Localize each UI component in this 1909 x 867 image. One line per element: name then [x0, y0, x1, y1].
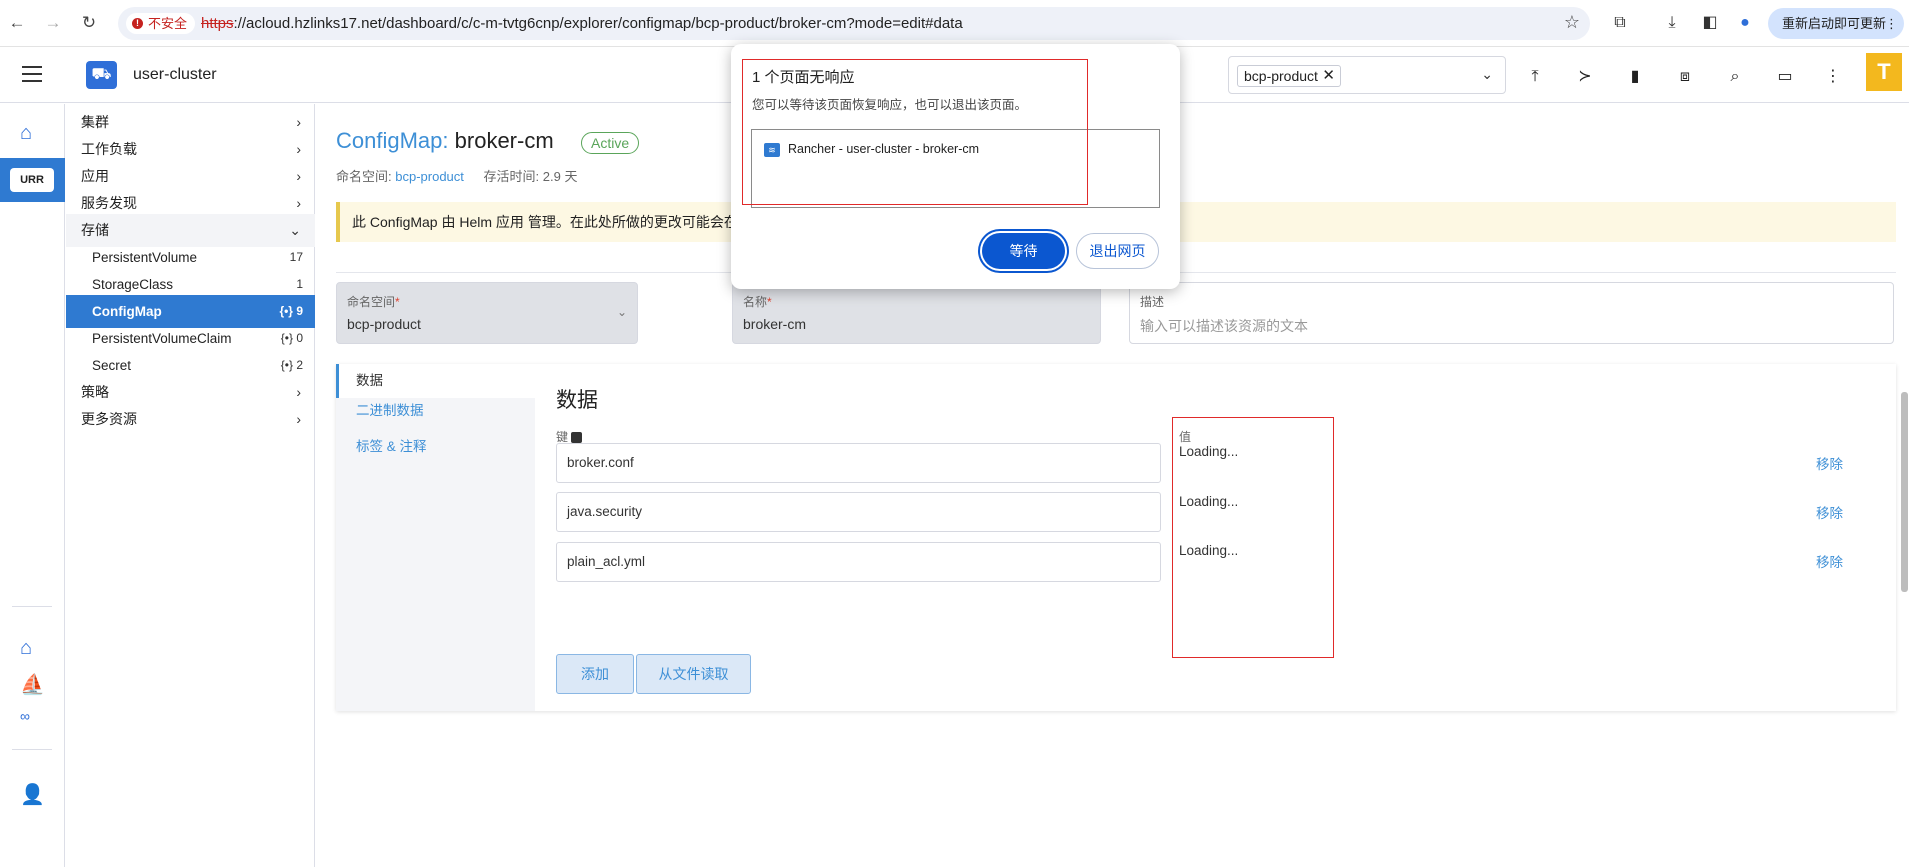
address-bar[interactable]: ! 不安全 https://acloud.hzlinks17.net/dashb…: [118, 7, 1590, 40]
bookmark-star-icon[interactable]: ☆: [1564, 12, 1580, 33]
status-badge: Active: [581, 132, 640, 154]
upload-icon[interactable]: ⤒: [1524, 66, 1546, 88]
browser-toolbar: ← → ↻ ! 不安全 https://acloud.hzlinks17.net…: [0, 0, 1909, 47]
profile-icon[interactable]: ●: [1733, 11, 1757, 35]
chevron-down-icon: ⌄: [616, 305, 627, 319]
page-title: ConfigMap: broker-cm: [336, 128, 554, 153]
close-icon[interactable]: ✕: [1322, 66, 1335, 86]
forward-icon[interactable]: →: [42, 12, 64, 34]
highlight-box: [1172, 417, 1334, 658]
rail-cluster-active[interactable]: URR: [0, 158, 65, 202]
nav-more-resources[interactable]: 更多资源 ›: [66, 403, 315, 436]
brand-logo[interactable]: T: [1866, 53, 1902, 91]
cluster-name: user-cluster: [133, 66, 217, 83]
extensions-icon[interactable]: ⧉: [1608, 11, 1632, 35]
resource-meta: 命名空间: bcp-product 存活时间: 2.9 天: [336, 169, 578, 184]
key-input[interactable]: java.security: [556, 492, 1161, 532]
namespace-filter[interactable]: bcp-product ✕ ⌄: [1228, 56, 1506, 94]
insecure-indicator[interactable]: ! 不安全: [126, 13, 196, 34]
apps-icon[interactable]: ⌂: [20, 637, 32, 660]
file-icon[interactable]: ▮: [1624, 66, 1646, 88]
url-text: https://acloud.hzlinks17.net/dashboard/c…: [201, 15, 963, 32]
namespace-link[interactable]: bcp-product: [395, 169, 464, 184]
side-panel-icon[interactable]: ◧: [1698, 11, 1722, 35]
cluster-icon: ⛟: [86, 61, 117, 89]
read-from-file-button[interactable]: 从文件读取: [636, 654, 751, 694]
user-icon[interactable]: 👤: [20, 782, 45, 807]
data-section-title: 数据: [556, 389, 598, 412]
add-button[interactable]: 添加: [556, 654, 634, 694]
tab-list: 数据 二进制数据 标签 & 注释: [336, 364, 535, 711]
wait-button[interactable]: 等待: [982, 233, 1065, 269]
restart-update-button[interactable]: 重新启动即可更新 ⋮: [1768, 8, 1904, 39]
tabbed-panel: 数据 二进制数据 标签 & 注释 数据 键 值 broker.conf Load…: [336, 364, 1896, 711]
warning-icon: !: [132, 18, 143, 29]
shell-icon[interactable]: ≻: [1574, 66, 1596, 88]
scrollbar[interactable]: [1901, 392, 1908, 592]
more-vert-icon[interactable]: ⋮: [1822, 66, 1844, 88]
search-icon[interactable]: ⌕: [1724, 66, 1746, 88]
sail-icon[interactable]: ⛵: [20, 672, 45, 697]
remove-button[interactable]: 移除: [1816, 551, 1843, 571]
book-icon[interactable]: ▭: [1774, 66, 1796, 88]
copy-config-icon[interactable]: ⧈: [1674, 66, 1696, 88]
chevron-right-icon: ›: [296, 411, 301, 427]
chevron-down-icon[interactable]: ⌄: [1481, 66, 1493, 83]
reload-icon[interactable]: ↻: [78, 12, 100, 34]
description-input[interactable]: 描述 输入可以描述该资源的文本: [1129, 282, 1894, 344]
left-rail: ⌂ URR ⌂ ⛵ ∞ 👤: [0, 104, 65, 867]
namespace-chip: bcp-product ✕: [1237, 65, 1341, 87]
back-icon[interactable]: ←: [6, 12, 28, 34]
tab-labels-annotations[interactable]: 标签 & 注释: [336, 430, 535, 464]
highlight-box: [742, 59, 1088, 205]
tab-binary-data[interactable]: 二进制数据: [336, 394, 535, 428]
network-icon[interactable]: ∞: [20, 708, 30, 724]
name-field: 名称* broker-cm: [732, 282, 1101, 344]
download-icon[interactable]: ⤓: [1660, 11, 1684, 35]
tab-data[interactable]: 数据: [336, 364, 535, 398]
remove-button[interactable]: 移除: [1816, 453, 1843, 473]
key-input[interactable]: plain_acl.yml: [556, 542, 1161, 582]
exit-page-button[interactable]: 退出网页: [1076, 233, 1159, 269]
more-vert-icon: ⋮: [1885, 16, 1898, 31]
key-input[interactable]: broker.conf: [556, 443, 1161, 483]
remove-button[interactable]: 移除: [1816, 502, 1843, 522]
namespace-field: 命名空间* bcp-product ⌄: [336, 282, 638, 344]
menu-icon[interactable]: [22, 66, 42, 82]
info-icon: [571, 432, 583, 444]
side-nav: 集群 › 工作负载 › 应用 › 服务发现 › 存储 ⌄ PersistentVolume…: [66, 104, 315, 867]
home-icon[interactable]: ⌂: [20, 122, 32, 145]
